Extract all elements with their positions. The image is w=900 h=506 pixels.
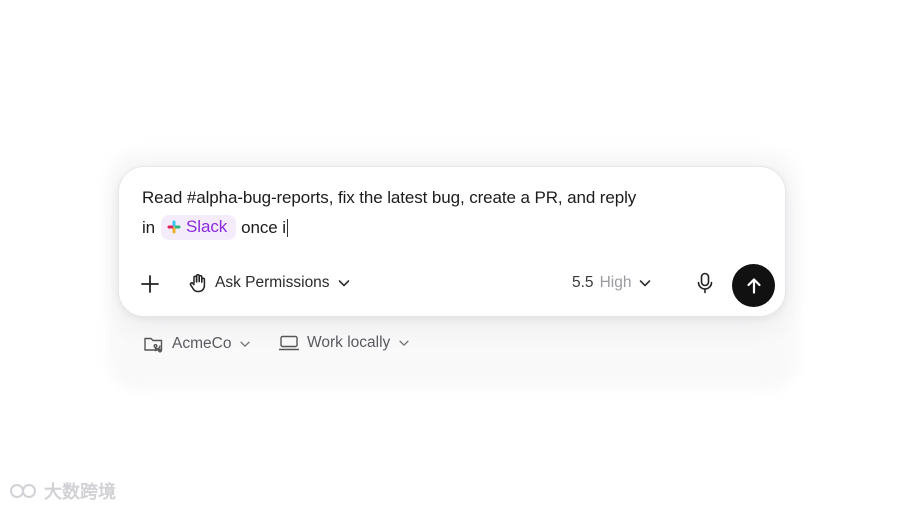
composer-toolbar: Ask Permissions 5.5 High: [119, 264, 785, 307]
chevron-down-icon: [238, 337, 252, 351]
text-cursor: [286, 218, 288, 237]
hand-icon: [187, 272, 209, 294]
prompt-text-rest: once i: [241, 217, 286, 237]
watermark: 大数跨境: [8, 478, 116, 504]
model-selector[interactable]: 5.5 High: [572, 274, 653, 292]
prompt-text-line2[interactable]: in Slack once i: [142, 215, 288, 240]
model-version: 5.5: [572, 274, 594, 291]
laptop-icon: [278, 334, 300, 352]
prompt-text-in: in: [142, 217, 156, 237]
permissions-dropdown[interactable]: Ask Permissions: [187, 272, 352, 294]
arrow-up-icon: [744, 276, 764, 296]
watermark-logo-icon: [8, 480, 38, 502]
slack-mention-chip[interactable]: Slack: [161, 215, 237, 240]
slack-chip-label: Slack: [186, 217, 228, 236]
slack-logo-icon: [167, 220, 181, 234]
microphone-icon: [695, 271, 715, 295]
prompt-text-line1[interactable]: Read #alpha-bug-reports, fix the latest …: [142, 188, 636, 208]
chevron-down-icon: [397, 336, 411, 350]
chevron-down-icon: [336, 275, 352, 291]
repo-selector[interactable]: AcmeCo: [143, 334, 252, 354]
environment-label: Work locally: [307, 334, 391, 351]
prompt-composer[interactable]: Read #alpha-bug-reports, fix the latest …: [118, 166, 786, 317]
permissions-label: Ask Permissions: [215, 274, 330, 291]
voice-input-button[interactable]: [695, 271, 715, 295]
plus-icon: [139, 273, 161, 295]
add-attachment-button[interactable]: [139, 273, 161, 295]
repo-label: AcmeCo: [172, 335, 232, 352]
environment-selector[interactable]: Work locally: [278, 334, 411, 352]
model-level: High: [599, 274, 632, 291]
watermark-text: 大数跨境: [44, 482, 116, 502]
chevron-down-icon: [637, 275, 653, 291]
folder-repo-icon: [143, 334, 165, 354]
send-button[interactable]: [732, 264, 775, 307]
